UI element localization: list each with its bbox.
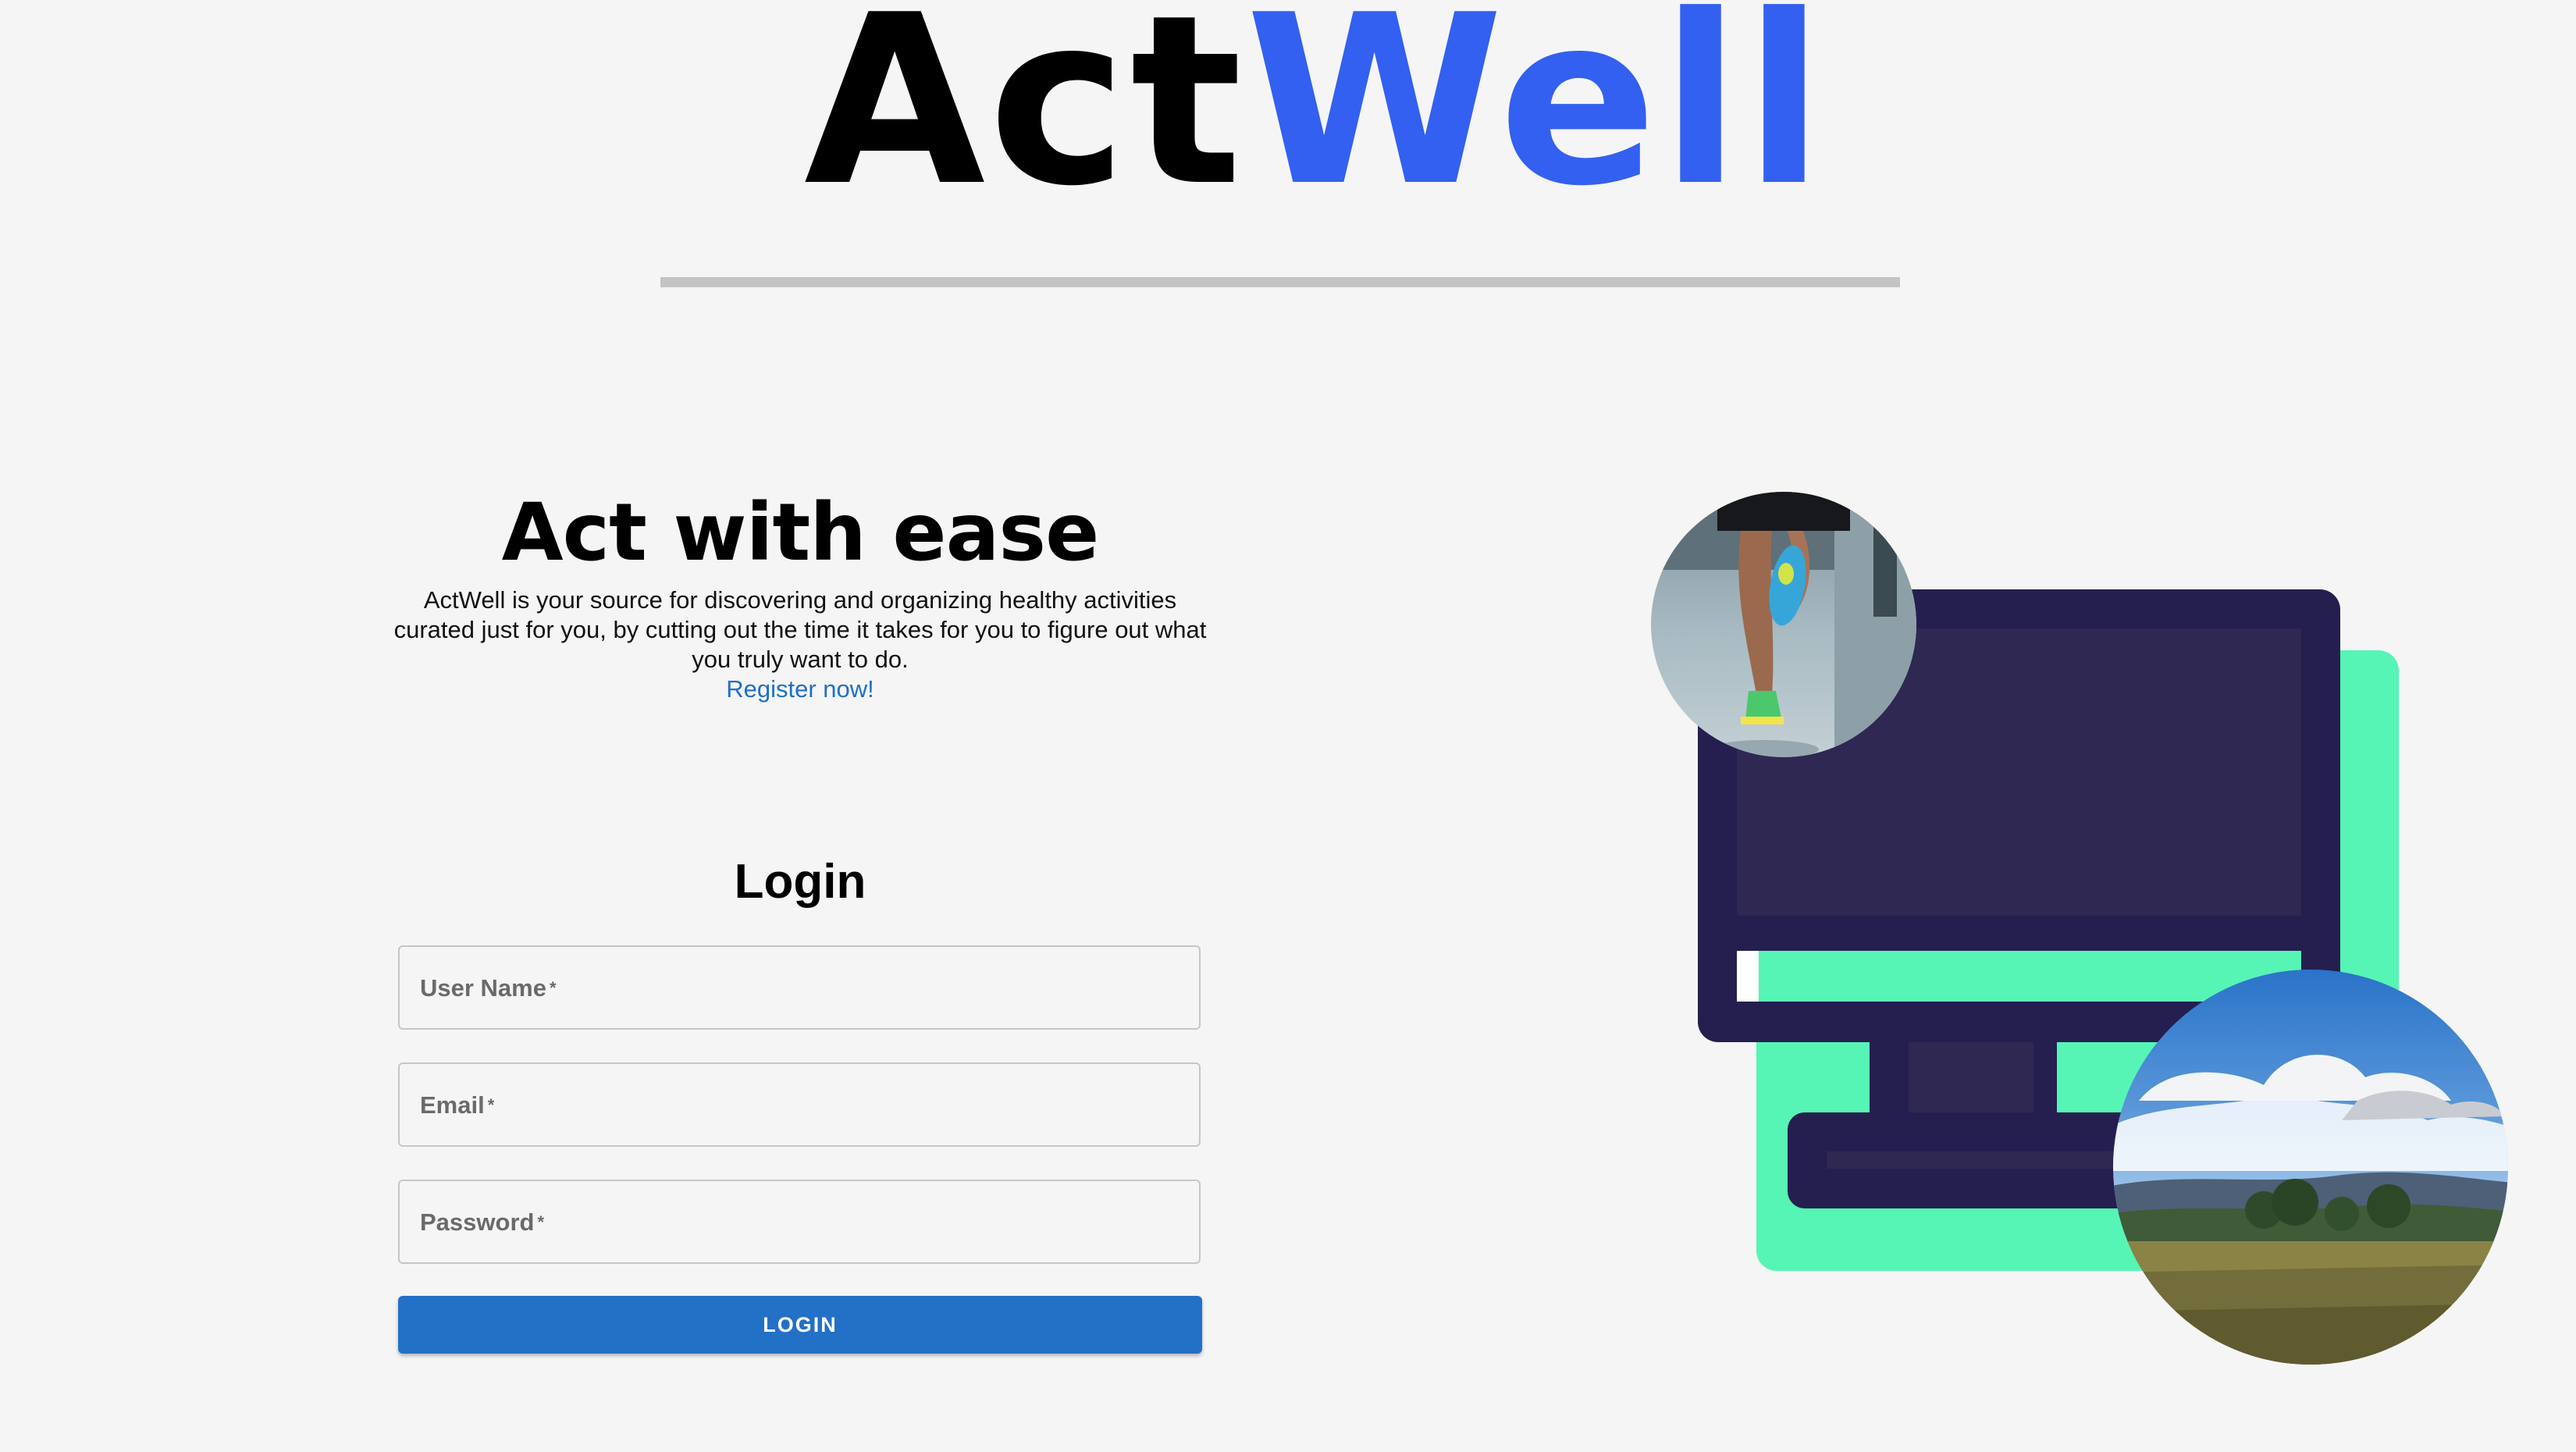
password-input[interactable]	[400, 1181, 1199, 1262]
hero-title: Act with ease	[501, 486, 1100, 579]
login-title: Login	[734, 855, 866, 909]
password-field[interactable]: Password *	[398, 1180, 1201, 1264]
username-field[interactable]: User Name *	[398, 945, 1201, 1030]
hero-section: Act with ease ActWell is your source for…	[390, 484, 1210, 704]
brand-name-well: Well	[1245, 0, 1827, 237]
register-link[interactable]: Register now!	[726, 674, 874, 704]
email-field[interactable]: Email *	[398, 1062, 1201, 1147]
brand-name-act: Act	[804, 0, 1246, 237]
hero-illustration	[1651, 492, 2508, 1365]
login-button[interactable]: LOGIN	[398, 1296, 1202, 1354]
email-input[interactable]	[400, 1064, 1199, 1145]
brand-logo: ActWell	[804, 0, 1824, 219]
hero-description: ActWell is your source for discovering a…	[393, 586, 1207, 673]
header-divider	[660, 277, 1900, 287]
username-input[interactable]	[400, 947, 1199, 1028]
